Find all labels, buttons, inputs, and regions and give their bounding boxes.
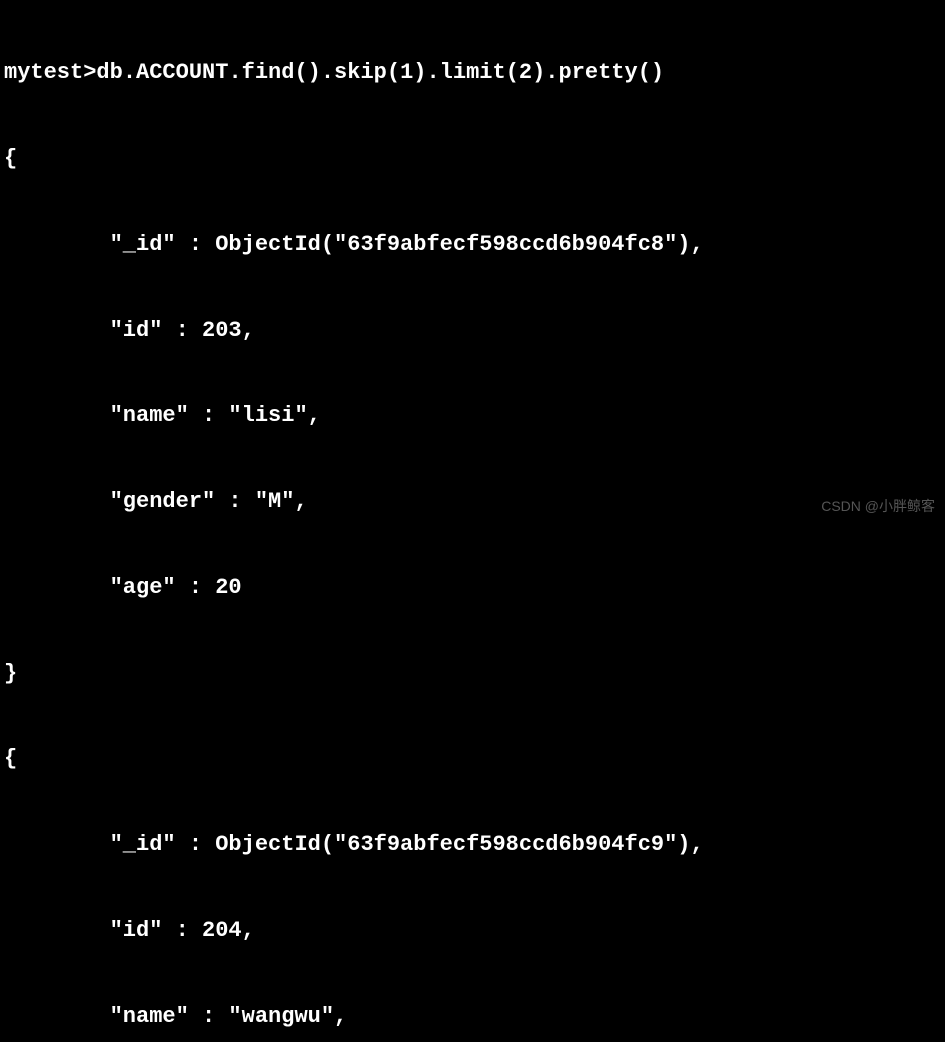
record-field: "id" : 203, <box>4 317 941 346</box>
watermark: CSDN @小胖鲸客 <box>821 497 935 515</box>
record-field: "name" : "lisi", <box>4 402 941 431</box>
terminal-output[interactable]: mytest>db.ACCOUNT.find().skip(1).limit(2… <box>4 2 941 1042</box>
record-field: "_id" : ObjectId("63f9abfecf598ccd6b904f… <box>4 831 941 860</box>
command-line: mytest>db.ACCOUNT.find().skip(1).limit(2… <box>4 59 941 88</box>
brace-open: { <box>4 145 941 174</box>
command-text: db.ACCOUNT.find().skip(1).limit(2).prett… <box>96 59 664 88</box>
record-field: "gender" : "M", <box>4 488 941 517</box>
record-field: "id" : 204, <box>4 917 941 946</box>
record-field: "_id" : ObjectId("63f9abfecf598ccd6b904f… <box>4 231 941 260</box>
prompt: mytest> <box>4 59 96 88</box>
brace-open: { <box>4 745 941 774</box>
record-field: "name" : "wangwu", <box>4 1003 941 1032</box>
brace-close: } <box>4 660 941 689</box>
record-field: "age" : 20 <box>4 574 941 603</box>
